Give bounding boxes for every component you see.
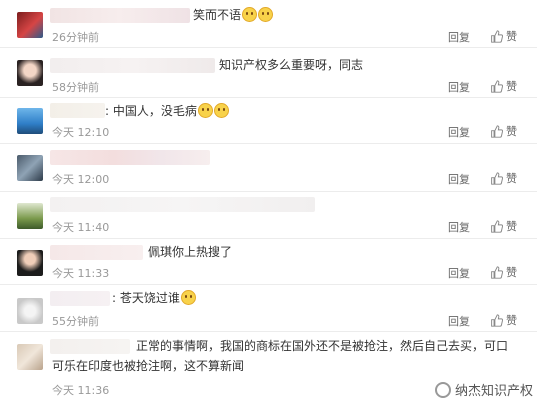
comment-time: 今天 12:10 [52, 126, 110, 139]
smile-emoji-icon [258, 7, 274, 22]
comment-text-line-1: 正常的事情啊，我国的商标在国外还不是被抢注，然后自己去买，可口 [136, 339, 509, 353]
smile-emoji-icon [180, 290, 196, 305]
username[interactable] [50, 245, 143, 260]
thumbs-up-icon [491, 124, 503, 138]
comment-text: : 中国人，没毛病 [105, 101, 229, 121]
reply-button[interactable]: 回复 [448, 79, 470, 95]
comment-time: 今天 11:33 [52, 267, 110, 280]
smile-emoji-icon [213, 103, 229, 118]
comment-text: 笑而不语 [193, 5, 274, 25]
reply-button[interactable]: 回复 [448, 313, 470, 329]
wechat-logo-icon [434, 381, 451, 398]
username[interactable] [50, 339, 130, 354]
smile-emoji-icon [242, 7, 258, 22]
comment-text: 佩琪你上热搜了 [148, 245, 233, 259]
watermark: 纳杰知识产权 [434, 380, 533, 399]
username[interactable] [50, 58, 215, 73]
username[interactable] [50, 8, 190, 23]
avatar[interactable] [17, 344, 43, 370]
comment-time: 58分钟前 [52, 81, 99, 94]
username[interactable] [50, 103, 105, 118]
thumbs-up-icon [491, 29, 503, 43]
comment-time: 今天 12:00 [52, 173, 110, 186]
comment-time: 今天 11:36 [52, 384, 110, 397]
like-button[interactable]: 赞 [490, 78, 517, 94]
thumbs-up-icon [491, 265, 503, 279]
reply-button[interactable]: 回复 [448, 124, 470, 140]
comment-item: 笑而不语 26分钟前 回复 赞 [0, 0, 537, 48]
avatar[interactable] [17, 60, 43, 86]
smile-emoji-icon [197, 103, 213, 118]
thumbs-up-icon [491, 313, 503, 327]
reply-button[interactable]: 回复 [448, 171, 470, 187]
comment-time: 今天 11:40 [52, 221, 110, 234]
thumbs-up-icon [491, 171, 503, 185]
comment-item: 今天 11:40 回复 赞 [0, 192, 537, 239]
username[interactable] [50, 291, 110, 306]
like-button[interactable]: 赞 [490, 170, 517, 186]
like-button[interactable]: 赞 [490, 28, 517, 44]
avatar[interactable] [17, 12, 43, 38]
username[interactable] [50, 197, 315, 212]
comment-item: 今天 12:00 回复 赞 [0, 144, 537, 192]
avatar[interactable] [17, 298, 43, 324]
reply-button[interactable]: 回复 [448, 265, 470, 281]
comment-time: 55分钟前 [52, 315, 99, 328]
like-button[interactable]: 赞 [490, 312, 517, 328]
avatar[interactable] [17, 108, 43, 134]
comment-item: 佩琪你上热搜了 今天 11:33 回复 赞 [0, 239, 537, 285]
reply-button[interactable]: 回复 [448, 219, 470, 235]
username[interactable] [50, 150, 210, 165]
reply-button[interactable]: 回复 [448, 29, 470, 45]
avatar[interactable] [17, 250, 43, 276]
comment-text: 知识产权多么重要呀，同志 [219, 58, 364, 72]
like-button[interactable]: 赞 [490, 218, 517, 234]
thumbs-up-icon [491, 79, 503, 93]
thumbs-up-icon [491, 219, 503, 233]
watermark-text: 纳杰知识产权 [454, 384, 533, 399]
avatar[interactable] [17, 155, 43, 181]
comment-item: : 苍天饶过谁 55分钟前 回复 赞 [0, 285, 537, 332]
comment-item: 知识产权多么重要呀，同志 58分钟前 回复 赞 [0, 48, 537, 98]
like-button[interactable]: 赞 [490, 123, 517, 139]
like-button[interactable]: 赞 [490, 264, 517, 280]
comment-item: : 中国人，没毛病 今天 12:10 回复 赞 [0, 98, 537, 144]
comment-time: 26分钟前 [52, 31, 99, 44]
comment-text: : 苍天饶过谁 [112, 288, 196, 308]
avatar[interactable] [17, 203, 43, 229]
comment-text-line-2: 可乐在印度也被抢注啊，这不算新闻 [52, 359, 245, 373]
